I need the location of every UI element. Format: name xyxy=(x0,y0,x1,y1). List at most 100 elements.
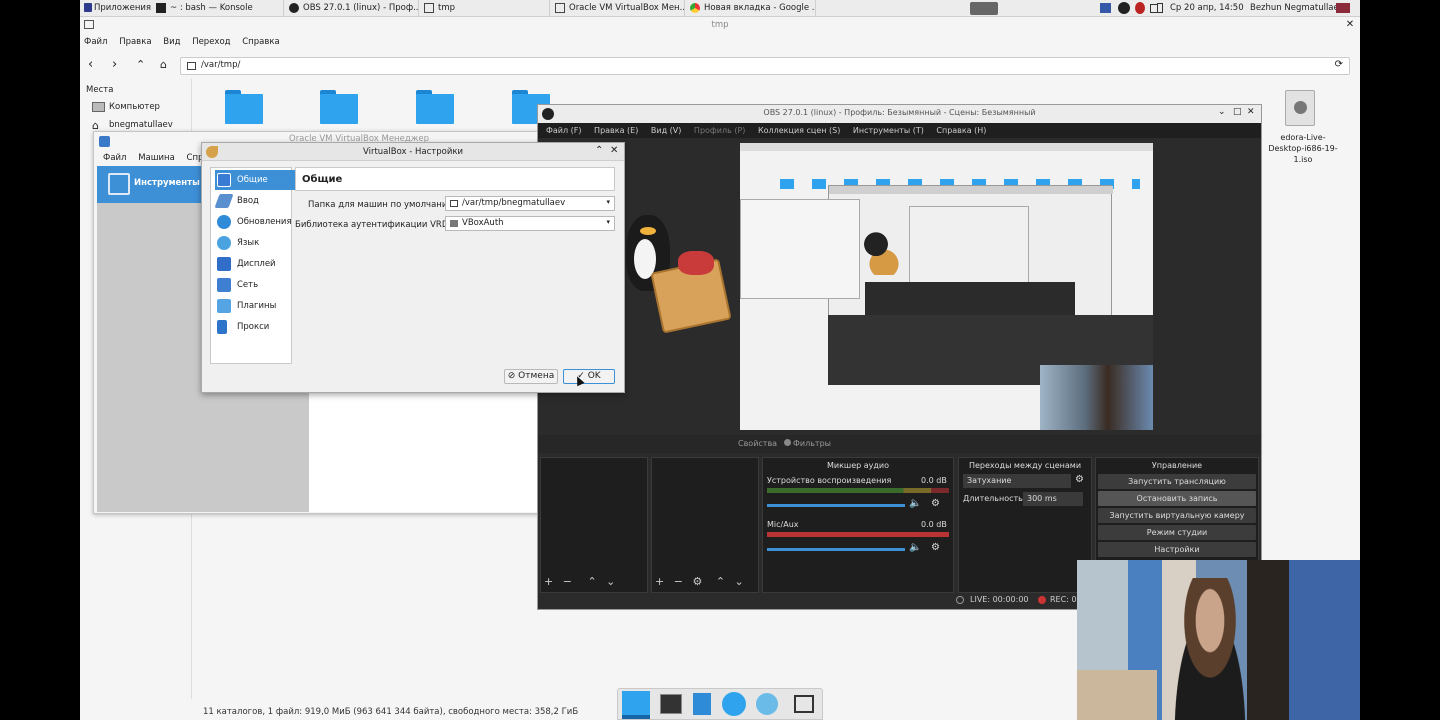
iso-file-icon[interactable] xyxy=(1285,90,1315,126)
chevron-down-icon: ▾ xyxy=(606,198,610,206)
tab-virtualbox[interactable]: Oracle VM VirtualBox Мен... xyxy=(551,0,685,16)
nav-proxy[interactable]: Прокси xyxy=(215,317,295,337)
apps-icon xyxy=(84,3,92,12)
tab-filters[interactable]: Фильтры xyxy=(784,439,831,448)
settings-minimize-button[interactable]: ⌃ xyxy=(595,145,603,156)
reload-icon[interactable]: ⟳ xyxy=(1335,59,1343,70)
source-up-button[interactable]: ⌃ xyxy=(716,575,725,588)
folder-label: Папка для машин по умолчанию: xyxy=(308,200,458,210)
obs-menu-edit[interactable]: Правка (E) xyxy=(594,126,638,135)
obs-tray-icon[interactable] xyxy=(1118,2,1130,14)
files-icon[interactable] xyxy=(693,693,711,715)
folder-select[interactable]: /var/tmp/bnegmatullaev ▾ xyxy=(445,196,615,211)
source-settings-icon[interactable]: ⚙ xyxy=(692,575,702,588)
vbox-menu-machine[interactable]: Машина xyxy=(138,153,175,163)
fm-menu-file[interactable]: Файл xyxy=(84,37,107,47)
obs-menu-view[interactable]: Вид (V) xyxy=(651,126,681,135)
folder-small-icon xyxy=(450,200,458,207)
nav-plugins[interactable]: Плагины xyxy=(215,296,295,316)
source-down-button[interactable]: ⌄ xyxy=(735,575,744,588)
clock[interactable]: Ср 20 апр, 14:50 xyxy=(1170,0,1244,16)
stop-recording-button[interactable]: Остановить запись xyxy=(1098,491,1256,506)
back-button[interactable]: ‹ xyxy=(88,57,102,73)
tab-chrome[interactable]: Новая вкладка - Google ... xyxy=(686,0,816,16)
obs-maximize-button[interactable]: □ xyxy=(1233,107,1242,117)
remove-scene-button[interactable]: − xyxy=(563,575,572,588)
channel-2-settings-icon[interactable]: ⚙ xyxy=(931,542,940,553)
transition-select[interactable]: Затухание xyxy=(963,474,1071,488)
address-bar[interactable]: /var/tmp/ ⟳ xyxy=(180,57,1350,75)
tab-konsole[interactable]: ~ : bash — Konsole xyxy=(152,0,284,16)
cancel-button[interactable]: ⊘ Отмена xyxy=(504,369,558,384)
search-icon[interactable] xyxy=(756,693,778,715)
nav-updates[interactable]: Обновления xyxy=(215,212,295,232)
cancel-icon: ⊘ xyxy=(507,371,519,381)
obs-preview[interactable] xyxy=(740,143,1153,430)
places-header: Места xyxy=(86,85,114,95)
fm-menu-view[interactable]: Вид xyxy=(163,37,180,47)
nav-input[interactable]: Ввод xyxy=(214,191,295,211)
folder-icon[interactable] xyxy=(320,90,358,124)
forward-button[interactable]: › xyxy=(112,57,126,73)
obs-menu-profile[interactable]: Профиль (P) xyxy=(694,126,745,135)
remove-source-button[interactable]: − xyxy=(674,575,683,588)
nav-language[interactable]: Язык xyxy=(215,233,295,253)
folder-icon[interactable] xyxy=(225,90,263,124)
tab-obs[interactable]: OBS 27.0.1 (linux) - Проф... xyxy=(285,0,419,16)
settings-close-button[interactable]: ✕ xyxy=(610,145,618,156)
ok-button[interactable]: ✓ OK xyxy=(563,369,615,384)
nav-general[interactable]: Общие xyxy=(215,170,295,190)
screen-recorder-icon[interactable] xyxy=(970,2,998,15)
apps-menu[interactable]: Приложения xyxy=(82,0,151,16)
up-button[interactable]: ⌃ xyxy=(136,58,150,72)
fm-close-button[interactable]: ✕ xyxy=(1344,19,1356,31)
bluetooth-icon[interactable] xyxy=(1135,2,1145,14)
transition-settings-icon[interactable]: ⚙ xyxy=(1075,474,1084,485)
nav-display[interactable]: Дисплей xyxy=(215,254,295,274)
start-streaming-button[interactable]: Запустить трансляцию xyxy=(1098,474,1256,489)
obs-close-button[interactable]: ✕ xyxy=(1247,107,1255,117)
channel-2-volume-icon[interactable]: 🔈 xyxy=(909,542,921,553)
channel-2-volume-slider[interactable] xyxy=(767,548,905,551)
scene-down-button[interactable]: ⌄ xyxy=(606,575,615,588)
folder-icon[interactable] xyxy=(416,90,454,124)
user-name[interactable]: Bezhun Negmatullaev xyxy=(1250,0,1344,16)
virtualbox-icon xyxy=(555,3,565,13)
terminal-icon xyxy=(156,3,166,13)
obs-menu-tools[interactable]: Инструменты (T) xyxy=(853,126,924,135)
terminal-icon[interactable] xyxy=(660,694,682,714)
channel-1-volume-slider[interactable] xyxy=(767,504,905,507)
obs-menu-help[interactable]: Справка (H) xyxy=(936,126,986,135)
tab-tmp[interactable]: tmp xyxy=(420,0,550,16)
add-scene-button[interactable]: + xyxy=(544,575,553,588)
place-computer[interactable]: Компьютер xyxy=(92,101,182,115)
network-icon[interactable] xyxy=(1100,3,1111,13)
fm-menu-go[interactable]: Переход xyxy=(192,37,230,47)
library-icon xyxy=(450,220,458,227)
scenes-dock xyxy=(540,457,648,593)
obs-menu-scenes[interactable]: Коллекция сцен (S) xyxy=(758,126,840,135)
settings-button[interactable]: Настройки xyxy=(1098,542,1256,557)
studio-mode-button[interactable]: Режим студии xyxy=(1098,525,1256,540)
obs-menu-file[interactable]: Файл (F) xyxy=(546,126,582,135)
obs-minimize-button[interactable]: ⌄ xyxy=(1218,107,1226,117)
vrdp-select[interactable]: VBoxAuth ▾ xyxy=(445,216,615,231)
add-source-button[interactable]: + xyxy=(655,575,664,588)
start-virtual-camera-button[interactable]: Запустить виртуальную камеру xyxy=(1098,508,1256,523)
browser-icon[interactable] xyxy=(722,692,746,716)
nav-network[interactable]: Сеть xyxy=(215,275,295,295)
vbox-menu-file[interactable]: Файл xyxy=(103,153,126,163)
channel-1-volume-icon[interactable]: 🔈 xyxy=(909,498,921,509)
fm-menu-edit[interactable]: Правка xyxy=(119,37,151,47)
fm-menu-help[interactable]: Справка xyxy=(242,37,279,47)
tab-properties[interactable]: Свойства xyxy=(738,439,777,448)
proxy-icon xyxy=(217,320,227,334)
channel-1-settings-icon[interactable]: ⚙ xyxy=(931,498,940,509)
scene-up-button[interactable]: ⌃ xyxy=(587,575,596,588)
home-button[interactable]: ⌂ xyxy=(160,58,174,72)
show-desktop-icon[interactable] xyxy=(622,691,650,719)
folder-icon[interactable] xyxy=(794,695,814,713)
duration-input[interactable]: 300 ms xyxy=(1023,492,1083,506)
user-flag-icon xyxy=(1336,3,1350,13)
battery-icon[interactable] xyxy=(1157,3,1163,13)
